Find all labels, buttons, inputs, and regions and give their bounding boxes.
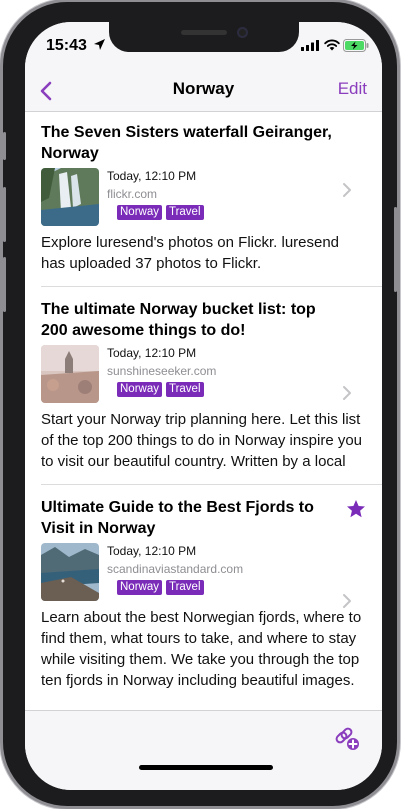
item-date: Today, 12:10 PM [107,544,197,558]
tag-badge[interactable]: Norway [117,382,162,397]
item-title: Ultimate Guide to the Best Fjords to Vis… [41,499,314,537]
thumbnail-image [41,168,99,226]
item-date: Today, 12:10 PM [107,169,197,183]
divider [41,484,382,485]
device-frame: 15:43 Norway Edit The Seven Sisters wate… [3,2,397,806]
volume-down-button [3,257,6,312]
front-camera [237,27,248,38]
item-title: The Seven Sisters waterfall Geiranger, N… [41,124,332,162]
home-indicator[interactable] [139,765,273,770]
status-time: 15:43 [46,37,87,54]
divider [41,286,382,287]
item-domain: sunshineseeker.com [107,364,217,378]
power-button [394,207,397,292]
list-item[interactable]: Ultimate Guide to the Best Fjords to Vis… [25,497,382,691]
tag-badge[interactable]: Travel [165,580,204,595]
tag-list: Norway Travel [117,382,204,397]
edit-button[interactable]: Edit [338,79,367,99]
item-domain: scandinaviastandard.com [107,562,244,576]
location-arrow-icon [94,39,105,50]
item-description: Start your Norway trip planning here. Le… [41,411,363,470]
item-description: Explore luresend's photos on Flickr. lur… [41,234,340,272]
page-title: Norway [172,79,235,98]
thumbnail-image [41,345,99,403]
item-title: The ultimate Norway bucket list: top 200… [41,301,316,339]
chevron-right-icon [343,386,351,400]
cellular-signal-icon [301,40,319,51]
tag-list: Norway Travel [117,580,204,595]
wifi-icon [324,39,340,51]
tag-badge[interactable]: Travel [165,205,204,220]
screen: 15:43 Norway Edit The Seven Sisters wate… [25,22,382,790]
speaker [181,30,227,35]
volume-up-button [3,187,6,242]
list-item[interactable]: The ultimate Norway bucket list: top 200… [25,299,382,472]
navigation-bar: Norway Edit [25,70,382,112]
battery-charging-icon [343,39,369,52]
thumbnail-image [41,543,99,601]
add-link-icon[interactable] [334,725,360,751]
item-date: Today, 12:10 PM [107,346,197,360]
item-meta: Today, 12:10 PM sunshineseeker.com Norwa… [41,345,366,407]
tag-badge[interactable]: Norway [117,580,162,595]
tag-list: Norway Travel [117,205,204,220]
notch [109,22,299,52]
tag-badge[interactable]: Travel [165,382,204,397]
bookmark-list: The Seven Sisters waterfall Geiranger, N… [25,112,382,710]
list-item[interactable]: The Seven Sisters waterfall Geiranger, N… [25,112,382,274]
mute-switch [3,132,6,160]
star-icon[interactable] [346,499,366,519]
chevron-right-icon [343,183,351,197]
item-meta: Today, 12:10 PM flickr.com Norway Travel [41,168,366,230]
item-description: Learn about the best Norwegian fjords, w… [41,609,362,689]
item-domain: flickr.com [107,187,158,201]
item-meta: Today, 12:10 PM scandinaviastandard.com … [41,543,366,608]
chevron-right-icon [343,594,351,608]
bottom-toolbar [25,710,382,790]
tag-badge[interactable]: Norway [117,205,162,220]
